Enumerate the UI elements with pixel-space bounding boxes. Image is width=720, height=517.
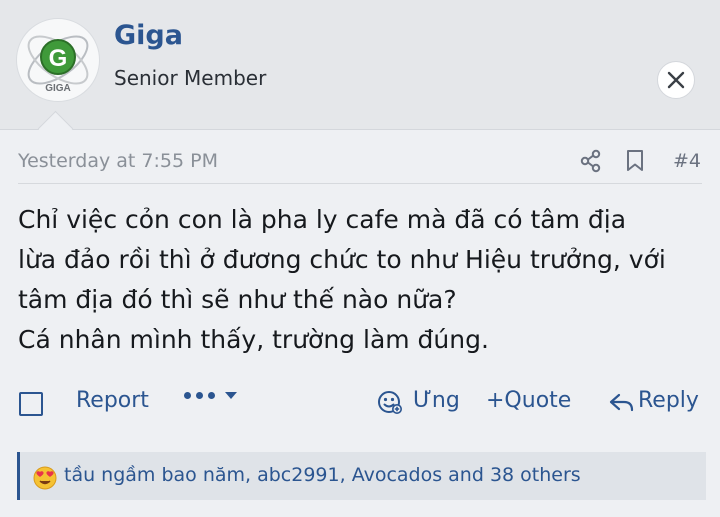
post-line: lừa đảo rồi thì ở đương chức to như Hiệu… — [18, 245, 666, 274]
post-date-link[interactable]: Yesterday at 7:55 PM — [18, 150, 218, 172]
post-body: Chỉ việc cỏn con là pha ly cafe mà đã có… — [18, 200, 708, 360]
giga-logo-icon: G GIGA — [27, 35, 89, 94]
message-user-header: G GIGA Giga Senior Member — [0, 0, 720, 130]
love-reaction-emoji — [32, 464, 58, 494]
reply-link[interactable]: Reply — [638, 388, 699, 413]
more-dot-icon — [196, 391, 203, 399]
post-line: tâm địa đó thì sẽ như thế nào nữa? — [18, 285, 457, 314]
post-actions-bar: Report Ưng +Quote Reply — [0, 384, 720, 424]
react-button[interactable] — [377, 389, 403, 419]
reactions-bar[interactable]: tầu ngầm bao năm, abc2991, Avocados and … — [17, 452, 706, 500]
more-dot-icon — [184, 391, 191, 399]
post-line: Chỉ việc cỏn con là pha ly cafe mà đã có… — [18, 205, 627, 234]
smiley-icon — [378, 391, 402, 414]
heart-eyes-emoji-icon — [33, 466, 57, 490]
reply-arrow-icon — [609, 393, 634, 412]
report-link[interactable]: Report — [76, 388, 149, 413]
divider — [18, 183, 702, 184]
svg-text:GIGA: GIGA — [45, 83, 71, 94]
post-number-link[interactable]: #4 — [673, 150, 701, 172]
quote-link[interactable]: +Quote — [486, 388, 571, 413]
avatar[interactable]: G GIGA — [16, 18, 100, 102]
username-link[interactable]: Giga — [114, 20, 183, 51]
select-checkbox[interactable] — [19, 392, 43, 416]
close-icon — [667, 71, 685, 89]
post-line: Cá nhân mình thấy, trường làm đúng. — [18, 325, 489, 354]
bookmark-button[interactable] — [625, 149, 645, 177]
reactions-list-text[interactable]: tầu ngầm bao năm, abc2991, Avocados and … — [64, 464, 581, 486]
close-button[interactable] — [657, 61, 695, 99]
share-icon — [580, 149, 601, 173]
more-options-button[interactable] — [184, 390, 238, 400]
caret-down-icon — [225, 392, 237, 399]
react-label[interactable]: Ưng — [413, 388, 460, 413]
svg-text:G: G — [49, 45, 68, 72]
bookmark-icon — [627, 150, 643, 171]
more-dot-icon — [208, 391, 215, 399]
reply-icon-wrap[interactable] — [609, 392, 635, 418]
share-button[interactable] — [580, 149, 602, 177]
user-title: Senior Member — [114, 66, 267, 90]
